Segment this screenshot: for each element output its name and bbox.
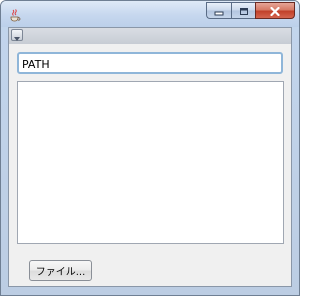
close-button[interactable]	[255, 2, 295, 19]
content-panel: ファイル...	[8, 27, 292, 287]
minimize-button[interactable]	[206, 2, 231, 19]
dropdown-menu-button[interactable]	[11, 29, 23, 41]
file-list-area[interactable]	[17, 81, 284, 244]
dropdown-arrow-icon	[14, 26, 20, 45]
file-button[interactable]: ファイル...	[29, 260, 92, 281]
tool-bar	[9, 28, 291, 44]
path-input[interactable]	[17, 52, 283, 74]
caption-buttons	[206, 2, 295, 19]
title-bar[interactable]	[1, 1, 299, 27]
close-icon	[270, 1, 280, 20]
java-coffee-icon[interactable]	[8, 7, 22, 22]
maximize-icon	[239, 1, 249, 20]
application-window: ファイル...	[0, 0, 300, 296]
maximize-button[interactable]	[231, 2, 255, 19]
minimize-icon	[214, 1, 224, 20]
